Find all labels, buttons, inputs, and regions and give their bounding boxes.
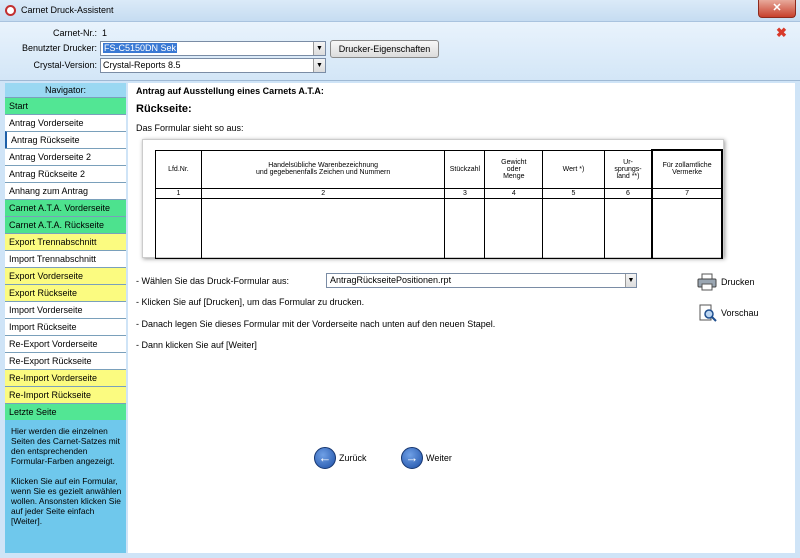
form-preview: Lfd.Nr. Handelsübliche Warenbezeichnung … [142,139,724,259]
form-select-value: AntragRückseitePositionen.rpt [330,275,452,285]
step-select-form: - Wählen Sie das Druck-Formular aus: [136,276,290,286]
nav-item-carnet-vorderseite[interactable]: Carnet A.T.A. Vorderseite [5,199,126,216]
navigator-help-text: Hier werden die einzelnen Seiten des Car… [11,426,122,526]
crystal-label: Crystal-Version: [33,60,97,70]
close-icon[interactable]: ✖ [776,25,787,41]
arrow-left-icon: ← [314,447,336,469]
nav-item-reimport-vorderseite[interactable]: Re-Import Vorderseite [5,369,126,386]
window-title: Carnet Druck-Assistent [21,5,114,15]
header-panel: Carnet-Nr.: 1 Benutzter Drucker: FS-C515… [0,22,800,81]
chevron-down-icon[interactable]: ▼ [313,59,325,72]
column-header: Lfd.Nr. [155,149,202,189]
column-number: 5 [542,187,605,199]
printer-value: FS-C5150DN Sek [103,43,178,53]
navigator-title: Navigator: [5,83,126,97]
column-number: 7 [651,187,723,199]
column-header: Gewicht oder Menge [484,149,544,189]
step-print: - Klicken Sie auf [Drucken], um das Form… [136,297,365,307]
nav-item-import-trennabschnitt[interactable]: Import Trennabschnitt [5,250,126,267]
column-header: Für zollamtliche Vermerke [651,149,723,189]
printer-label: Benutzter Drucker: [21,43,97,53]
nav-item-start[interactable]: Start [5,97,126,114]
nav-item-antrag-rueckseite[interactable]: Antrag Rückseite [5,131,126,148]
window-close-button[interactable]: ✕ [758,0,796,18]
nav-item-reimport-rueckseite[interactable]: Re-Import Rückseite [5,386,126,403]
nav-item-antrag-vorderseite[interactable]: Antrag Vorderseite [5,114,126,131]
arrow-right-icon: → [401,447,423,469]
table-cell [444,197,486,259]
navigator-panel: Navigator: Start Antrag Vorderseite Antr… [5,83,126,553]
main-panel: Antrag auf Ausstellung eines Carnets A.T… [128,83,795,553]
column-number: 1 [155,187,202,199]
back-button-label: Zurück [339,453,367,463]
carnet-label: Carnet-Nr.: [52,28,97,38]
app-icon [5,5,16,16]
crystal-value: Crystal-Reports 8.5 [103,60,181,70]
nav-item-reexport-rueckseite[interactable]: Re-Export Rückseite [5,352,126,369]
chevron-down-icon[interactable]: ▼ [313,42,325,55]
nav-item-carnet-rueckseite[interactable]: Carnet A.T.A. Rückseite [5,216,126,233]
table-cell [603,197,653,259]
column-header: Handelsübliche Warenbezeichnung und gege… [200,149,446,189]
nav-item-import-rueckseite[interactable]: Import Rückseite [5,318,126,335]
table-cell [155,197,202,259]
table-cell [484,197,544,259]
page-title: Rückseite: [136,103,192,115]
preview-icon [699,304,717,322]
nav-item-letzte-seite[interactable]: Letzte Seite [5,403,126,420]
column-header: Wert *) [542,149,605,189]
nav-item-export-vorderseite[interactable]: Export Vorderseite [5,267,126,284]
table-cell [651,197,723,259]
table-cell [200,197,446,259]
chevron-down-icon[interactable]: ▼ [625,274,636,287]
next-button-label: Weiter [426,453,452,463]
form-select[interactable]: AntragRückseitePositionen.rpt ▼ [326,273,637,288]
nav-item-export-rueckseite[interactable]: Export Rückseite [5,284,126,301]
title-bar: Carnet Druck-Assistent ✕ [0,0,800,22]
column-number: 6 [603,187,653,199]
nav-item-import-vorderseite[interactable]: Import Vorderseite [5,301,126,318]
column-header: Stückzahl [444,149,486,189]
nav-item-antrag-rueckseite-2[interactable]: Antrag Rückseite 2 [5,165,126,182]
column-number: 3 [444,187,486,199]
column-header: Ur- sprungs- land **) [603,149,653,189]
printer-select[interactable]: FS-C5150DN Sek ▼ [100,41,326,56]
crystal-version-select[interactable]: Crystal-Reports 8.5 ▼ [100,58,326,73]
nav-item-antrag-vorderseite-2[interactable]: Antrag Vorderseite 2 [5,148,126,165]
form-preview-table: Lfd.Nr. Handelsübliche Warenbezeichnung … [155,149,723,259]
carnet-number: 1 [102,28,108,38]
printer-properties-button[interactable]: Drucker-Eigenschaften [330,40,439,58]
printer-icon [697,273,717,291]
print-button-label: Drucken [721,277,755,287]
preview-button-label: Vorschau [721,308,759,318]
column-number: 2 [200,187,446,199]
nav-item-reexport-vorderseite[interactable]: Re-Export Vorderseite [5,335,126,352]
step-next: - Dann klicken Sie auf [Weiter] [136,340,257,350]
nav-item-anhang[interactable]: Anhang zum Antrag [5,182,126,199]
step-stack: - Danach legen Sie dieses Formular mit d… [136,319,496,329]
nav-item-export-trennabschnitt[interactable]: Export Trennabschnitt [5,233,126,250]
table-cell [542,197,605,259]
page-heading: Antrag auf Ausstellung eines Carnets A.T… [136,86,324,96]
intro-text: Das Formular sieht so aus: [136,123,244,133]
column-number: 4 [484,187,544,199]
